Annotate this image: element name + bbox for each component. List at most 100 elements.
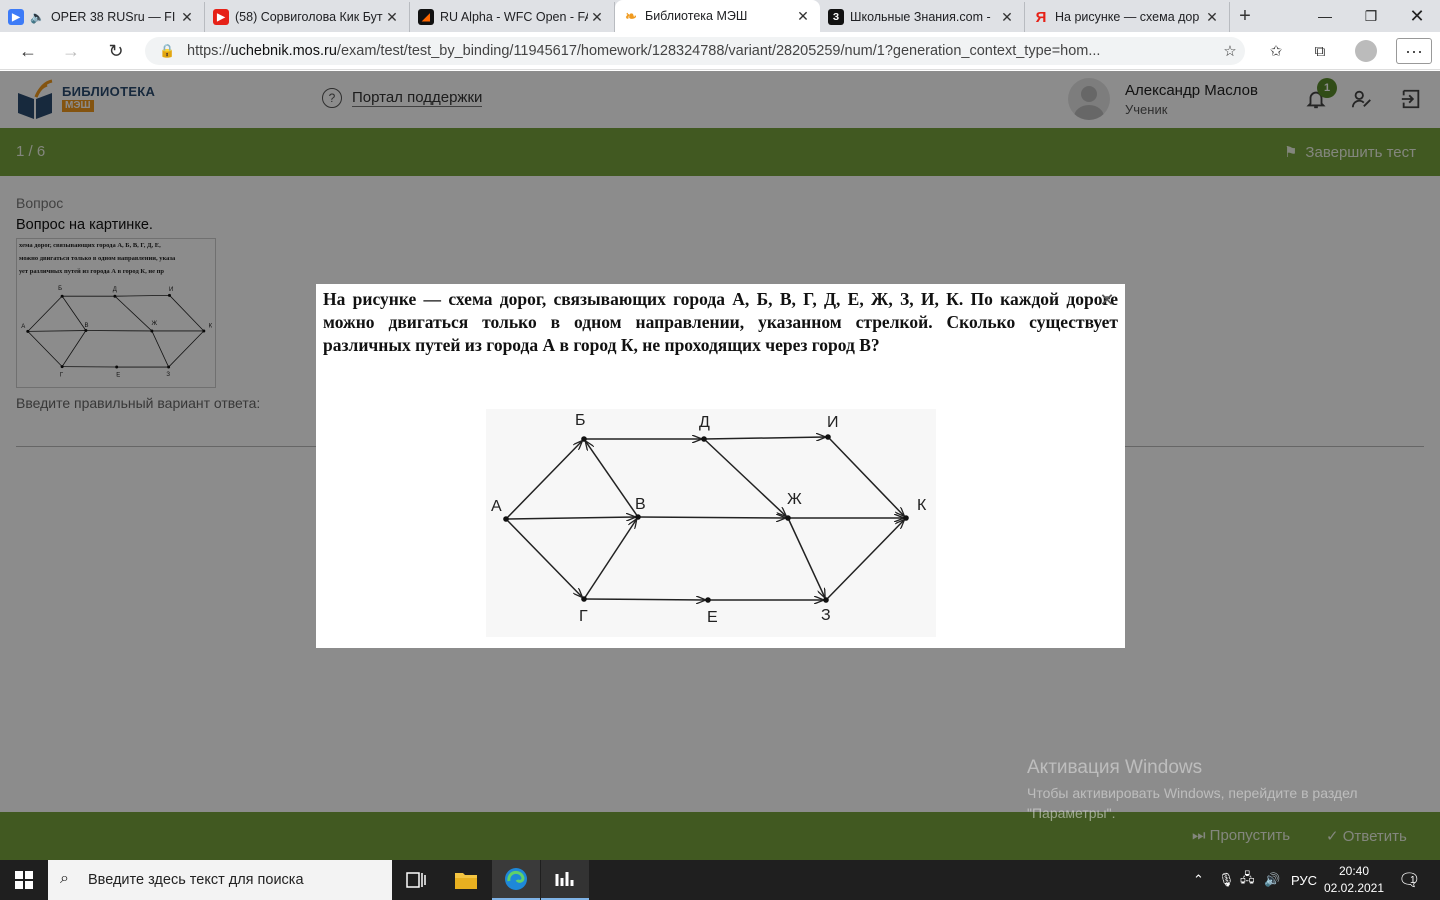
collections-icon[interactable]: ⧉ (1306, 38, 1334, 64)
search-icon: ⌕ (60, 870, 69, 887)
browser-tab[interactable]: ◢ RU Alpha - WFC Open - FA ✕ (410, 2, 615, 32)
road-diagram: А Б В Г Д Е Ж З И К (486, 409, 936, 637)
city-node-Е (705, 597, 711, 603)
task-view-icon[interactable] (392, 860, 440, 900)
youtube-icon: ▶ (213, 9, 229, 25)
search-placeholder: Введите здесь текст для поиска (88, 872, 304, 888)
road-А-В (505, 517, 635, 519)
taskbar-search-input[interactable]: ⌕ Введите здесь текст для поиска (48, 860, 392, 900)
tab-title: (58) Сорвиголова Кик Бут (235, 10, 383, 24)
new-tab-button[interactable]: + (1230, 2, 1260, 32)
browser-tab[interactable]: Я На рисунке — схема дор ✕ (1025, 2, 1230, 32)
windows-activation-watermark: Активация Windows Чтобы активировать Win… (1027, 757, 1397, 823)
tab-title: На рисунке — схема дор (1055, 10, 1200, 24)
close-tab-icon[interactable]: ✕ (588, 9, 606, 26)
browser-toolbar: ← → ↻ 🔒 https://uchebnik.mos.ru/exam/tes… (0, 32, 1440, 70)
edge-browser-icon[interactable] (492, 860, 540, 900)
browser-tab-bar: ▶ 🔈 OPER 38 RUSru — FI ✕ ▶ (58) Сорвигол… (0, 0, 1440, 32)
minimize-button[interactable]: — (1302, 0, 1348, 32)
twitch-icon: ▶ (8, 9, 24, 25)
close-tab-icon[interactable]: ✕ (178, 9, 196, 26)
screen: ▶ 🔈 OPER 38 RUSru — FI ✕ ▶ (58) Сорвигол… (0, 0, 1440, 900)
lock-icon[interactable]: 🔒 (159, 43, 175, 59)
close-tab-icon[interactable]: ✕ (794, 8, 812, 25)
city-label: А (491, 498, 502, 515)
city-node-И (825, 434, 831, 440)
volume-icon[interactable]: 🔊 (1264, 860, 1280, 900)
road-Г-Е (583, 599, 705, 600)
close-icon[interactable]: ✕ (1097, 290, 1117, 310)
activation-text: Чтобы активировать Windows, перейдите в … (1027, 785, 1358, 821)
browser-tab[interactable]: ▶ 🔈 OPER 38 RUSru — FI ✕ (0, 2, 205, 32)
add-favorite-icon[interactable]: ☆ (1216, 38, 1244, 64)
city-label: Е (707, 609, 718, 626)
activation-title: Активация Windows (1027, 757, 1203, 778)
city-node-В (635, 514, 641, 520)
road-В-Б (586, 441, 639, 518)
yandex-icon: Я (1035, 8, 1047, 26)
road-З-К (825, 520, 904, 601)
taskbar: ⌕ Введите здесь текст для поиска ⌃ 🎙 🖧 🔊… (0, 860, 1440, 900)
road-Д-Ж (703, 438, 786, 516)
microphone-icon[interactable]: 🎙 (1218, 860, 1235, 900)
city-label: Ж (787, 491, 802, 508)
tab-title: Школьные Знания.com - (850, 10, 991, 24)
city-node-Д (701, 436, 707, 442)
close-tab-icon[interactable]: ✕ (383, 9, 401, 26)
city-label: Д (699, 414, 710, 431)
znanija-icon: З (828, 9, 844, 25)
restore-button[interactable]: ❐ (1348, 0, 1394, 32)
notification-count: 1 (1410, 874, 1416, 886)
browser-tab-active[interactable]: ❧ Библиотека МЭШ ✕ (615, 0, 820, 32)
city-node-З (823, 597, 829, 603)
road-Ж-З (787, 517, 825, 597)
city-label: Б (575, 412, 586, 429)
city-label: Г (579, 608, 588, 625)
url-prefix: https:// (187, 43, 231, 59)
reload-button[interactable]: ↻ (102, 38, 130, 64)
image-modal: На рисунке — схема дорог, связывающих го… (316, 284, 1125, 648)
road-А-Г (505, 518, 582, 597)
audio-icon[interactable]: 🔈 (30, 10, 45, 24)
address-bar[interactable]: 🔒 https://uchebnik.mos.ru/exam/test/test… (145, 37, 1245, 65)
more-icon[interactable]: ··· (1396, 38, 1432, 64)
city-label: З (821, 607, 831, 624)
road-Д-И (703, 437, 825, 439)
city-node-Г (581, 596, 587, 602)
show-hidden-icons[interactable]: ⌃ (1193, 860, 1204, 900)
tab-title: OPER 38 RUSru — FI (50, 10, 176, 24)
app-icon[interactable] (541, 860, 589, 900)
city-label: К (917, 497, 927, 514)
browser-tab[interactable]: ▶ (58) Сорвиголова Кик Бут ✕ (205, 2, 410, 32)
road-В-Ж (637, 517, 785, 518)
windows-start-icon[interactable] (0, 860, 48, 900)
close-tab-icon[interactable]: ✕ (1203, 9, 1221, 26)
road-А-Б (505, 441, 582, 520)
file-explorer-icon[interactable] (442, 860, 490, 900)
date: 02.02.2021 (1323, 881, 1385, 895)
favorites-icon[interactable]: ✩ (1262, 38, 1290, 64)
close-window-button[interactable]: ✕ (1394, 0, 1440, 32)
browser-tab[interactable]: З Школьные Знания.com - ✕ (820, 2, 1025, 32)
city-label: И (827, 414, 839, 431)
tab-title: RU Alpha - WFC Open - FA (440, 10, 588, 24)
city-node-Б (581, 436, 587, 442)
language-indicator[interactable]: РУС (1291, 860, 1317, 900)
url-path: /exam/test/test_by_binding/11945617/home… (336, 43, 1101, 59)
forward-button[interactable]: → (57, 38, 85, 64)
profile-icon[interactable] (1352, 38, 1380, 64)
city-node-А (503, 516, 509, 522)
back-button[interactable]: ← (14, 38, 42, 64)
mesh-library-icon: ❧ (625, 7, 637, 24)
road-Г-В (583, 520, 636, 600)
tab-title: Библиотека МЭШ (645, 9, 748, 23)
faceit-icon: ◢ (418, 9, 434, 25)
network-icon[interactable]: 🖧 (1240, 860, 1255, 900)
city-node-К (903, 515, 909, 521)
close-tab-icon[interactable]: ✕ (998, 9, 1016, 26)
clock[interactable]: 20:40 02.02.2021 (1318, 863, 1390, 897)
city-node-Ж (785, 515, 791, 521)
road-И-К (827, 436, 904, 516)
time: 20:40 (1338, 864, 1370, 878)
url-domain: uchebnik.mos.ru (230, 43, 337, 59)
